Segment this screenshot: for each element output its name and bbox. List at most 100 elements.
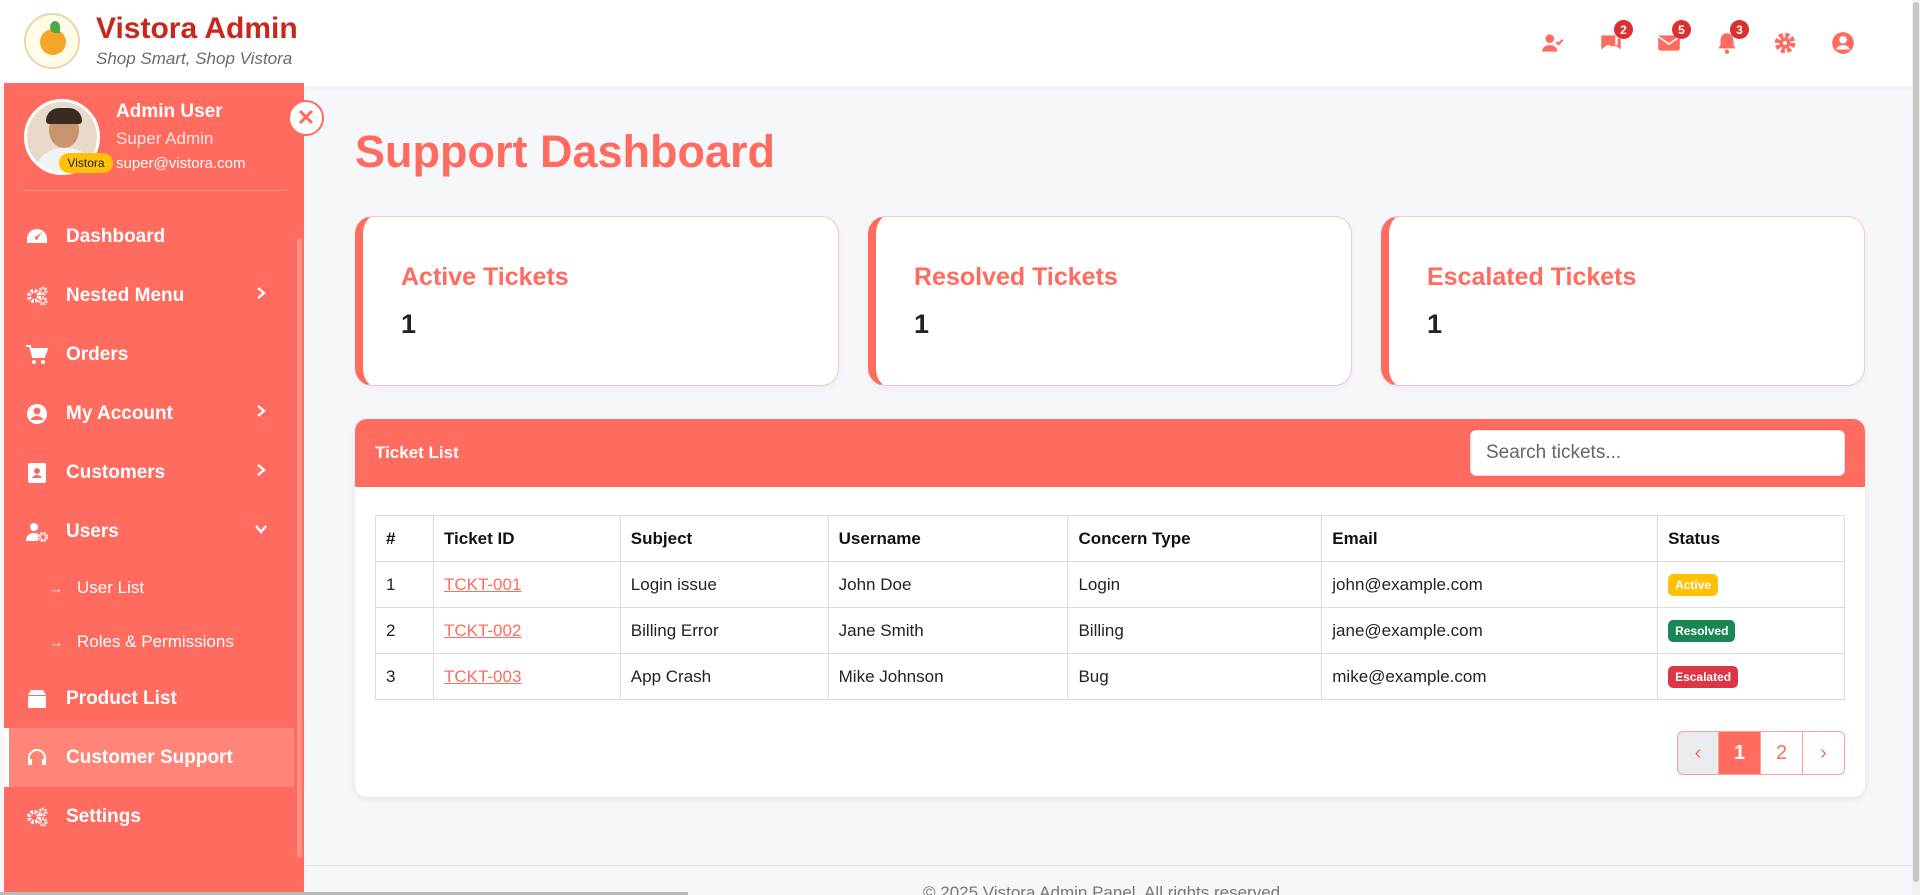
status-badge: Active [1668, 573, 1719, 596]
footer: © 2025 Vistora Admin Panel. All rights r… [305, 865, 1915, 895]
envelope-icon[interactable]: 5 [1640, 20, 1698, 60]
headset-icon [24, 745, 50, 771]
sidebar-item-label: Product List [66, 687, 177, 709]
pagination-next-button[interactable]: › [1803, 731, 1845, 775]
row-number: 3 [375, 653, 434, 700]
address-card-icon [24, 460, 50, 486]
sidebar-item-settings[interactable]: Settings [4, 787, 304, 846]
ticket-username: Jane Smith [827, 607, 1069, 654]
ticket-id-link[interactable]: TCKT-001 [444, 575, 521, 594]
user-circle-icon[interactable] [1814, 26, 1872, 60]
stat-card-resolved: Resolved Tickets 1 [868, 216, 1352, 386]
sidebar-item-customers[interactable]: Customers [4, 443, 304, 502]
stat-value: 1 [401, 309, 417, 339]
sidebar-item-label: Dashboard [66, 225, 166, 247]
box-icon [24, 686, 50, 712]
table-row: 3 TCKT-003 App Crash Mike Johnson Bug mi… [375, 653, 1845, 700]
column-header[interactable]: # [375, 515, 434, 562]
table-row: 2 TCKT-002 Billing Error Jane Smith Bill… [375, 607, 1845, 654]
column-header[interactable]: Email [1321, 515, 1659, 562]
table-header-row: # Ticket ID Subject Username Concern Typ… [375, 515, 1845, 562]
vistora-logo [24, 13, 80, 69]
sidebar-item-customer-support[interactable]: Customer Support [4, 728, 294, 787]
footer-text: © 2025 Vistora Admin Panel. All rights r… [923, 883, 1285, 895]
column-header[interactable]: Ticket ID [432, 515, 621, 562]
column-header[interactable]: Username [827, 515, 1069, 562]
sidebar-subitem-roles-permissions[interactable]: → Roles & Permissions [4, 615, 304, 669]
row-number: 1 [375, 561, 434, 608]
status-badge: Resolved [1668, 619, 1736, 642]
sidebar-item-label: Settings [66, 805, 141, 827]
cogs-icon [24, 283, 50, 309]
brand[interactable]: Vistora Admin Shop Smart, Shop Vistora [24, 12, 298, 70]
sidebar-subitem-label: User List [77, 578, 145, 597]
sidebar-subitem-label: Roles & Permissions [77, 632, 234, 651]
row-number: 2 [375, 607, 434, 654]
pagination-page-1[interactable]: 1 [1719, 731, 1761, 775]
pagination-page-2[interactable]: 2 [1761, 731, 1803, 775]
user-gear-icon [24, 519, 50, 545]
ticket-concern: Bug [1067, 653, 1323, 700]
sidebar-item-label: Orders [66, 343, 129, 365]
ticket-concern: Billing [1067, 607, 1323, 654]
ticket-subject: Billing Error [619, 607, 829, 654]
stat-card-escalated: Escalated Tickets 1 [1381, 216, 1865, 386]
gear-icon[interactable] [1756, 26, 1814, 60]
ticket-username: Mike Johnson [827, 653, 1069, 700]
column-header[interactable]: Subject [619, 515, 829, 562]
arrow-right-icon: → [50, 580, 63, 596]
column-header[interactable]: Concern Type [1067, 515, 1323, 562]
pagination-prev-button[interactable]: ‹ [1677, 731, 1719, 775]
ticket-subject: Login issue [619, 561, 829, 608]
sidebar-item-dashboard[interactable]: Dashboard [4, 207, 304, 266]
sidebar-subitem-user-list[interactable]: → User List [4, 561, 304, 615]
stat-value: 1 [1427, 309, 1443, 339]
ticket-email: mike@example.com [1321, 653, 1659, 700]
ticket-list-panel: Ticket List # Ticket ID Subject Username… [355, 419, 1865, 797]
ticket-id-link[interactable]: TCKT-003 [444, 667, 521, 686]
sidebar-item-orders[interactable]: Orders [4, 325, 304, 384]
stat-label: Escalated Tickets [1427, 263, 1637, 291]
ticket-table: # Ticket ID Subject Username Concern Typ… [375, 515, 1845, 700]
chevron-right-icon [257, 287, 266, 299]
chat-badge: 2 [1614, 20, 1633, 39]
cart-icon [24, 342, 50, 368]
ticket-email: jane@example.com [1321, 607, 1659, 654]
gauge-icon [24, 224, 50, 250]
sidebar-item-label: Customers [66, 461, 166, 483]
page-title: Support Dashboard [355, 126, 776, 177]
stat-card-active: Active Tickets 1 [355, 216, 839, 386]
ticket-list-header: Ticket List [355, 419, 1865, 487]
sidebar-item-my-account[interactable]: My Account [4, 384, 304, 443]
chevron-right-icon [257, 464, 266, 476]
ticket-id-link[interactable]: TCKT-002 [444, 621, 521, 640]
sidebar-close-button[interactable]: ✕ [288, 100, 324, 136]
ticket-search-input[interactable] [1470, 430, 1845, 476]
profile-name: Admin User [116, 101, 223, 122]
profile-email: super@vistora.com [116, 155, 246, 172]
sidebar-item-label: Customer Support [66, 746, 233, 768]
status-badge: Escalated [1668, 665, 1739, 688]
stat-label: Active Tickets [401, 263, 569, 291]
user-check-icon[interactable] [1524, 26, 1582, 60]
table-row: 1 TCKT-001 Login issue John Doe Login jo… [375, 561, 1845, 608]
chevron-down-icon [255, 525, 267, 534]
ticket-username: John Doe [827, 561, 1069, 608]
bell-icon[interactable]: 3 [1698, 20, 1756, 60]
sidebar-item-product-list[interactable]: Product List [4, 669, 304, 728]
chat-icon[interactable]: 2 [1582, 20, 1640, 60]
sidebar-scrollbar[interactable] [297, 238, 302, 858]
sidebar-item-nested-menu[interactable]: Nested Menu [4, 266, 304, 325]
sidebar-nav: Dashboard Nested Menu Orders My Account … [4, 207, 304, 846]
sidebar-item-label: My Account [66, 402, 173, 424]
column-header[interactable]: Status [1657, 515, 1845, 562]
vertical-scrollbar[interactable] [1912, 0, 1920, 895]
profile-role: Super Admin [116, 129, 214, 148]
main-content: Support Dashboard Active Tickets 1 Resol… [305, 86, 1915, 895]
brand-tagline: Shop Smart, Shop Vistora [96, 49, 293, 68]
chevron-right-icon [257, 405, 266, 417]
profile-badge: Vistora [59, 153, 113, 173]
sidebar-item-users[interactable]: Users [4, 502, 304, 561]
sidebar-item-label: Users [66, 520, 119, 542]
stat-label: Resolved Tickets [914, 263, 1118, 291]
